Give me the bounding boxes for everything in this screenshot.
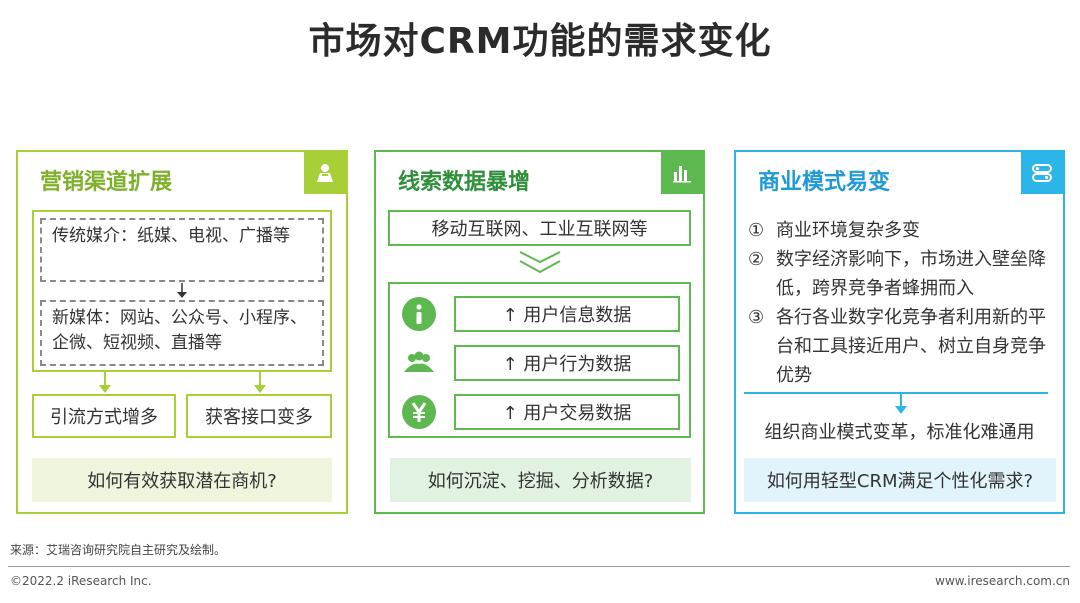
outcome-box: 获客接口变多 xyxy=(186,394,332,438)
panel-title: 营销渠道扩展 xyxy=(40,170,173,195)
bullet-list: ① 商业环境复杂多变 ② 数字经济影响下，市场进入壁垒降低，跨界竞争者蜂拥而入 … xyxy=(748,216,1056,390)
chevron-down-icon xyxy=(519,251,561,274)
page-title: 市场对CRM功能的需求变化 xyxy=(308,21,772,62)
arrow-down-icon xyxy=(895,394,907,414)
data-label: ↑ 用户行为数据 xyxy=(454,345,680,381)
bullet-number: ③ xyxy=(748,307,765,328)
result-text: 组织商业模式变革，标准化难通用 xyxy=(764,422,1035,443)
bullet-text: 商业环境复杂多变 xyxy=(776,220,920,241)
outcome-box: 引流方式增多 xyxy=(32,394,176,438)
divider xyxy=(8,566,1070,567)
list-item: ↑ 用户交易数据 xyxy=(402,394,684,430)
arrow-down-icon xyxy=(99,372,111,393)
server-toggle-icon xyxy=(1021,152,1063,194)
copyright: ©2022.2 iResearch Inc. xyxy=(10,574,152,588)
panel-title: 商业模式易变 xyxy=(758,170,891,195)
bullet-text: 数字经济影响下，市场进入壁垒降低，跨界竞争者蜂拥而入 xyxy=(776,249,1046,299)
source-box: 移动互联网、工业互联网等 xyxy=(388,210,691,246)
bar-chart-icon xyxy=(661,152,703,194)
panel-marketing-channels: 营销渠道扩展 传统媒介：纸媒、电视、广播等 新媒体：网站、公众号、小程序、企微、… xyxy=(16,150,348,514)
question-bar: 如何用轻型CRM满足个性化需求? xyxy=(744,458,1056,502)
list-item: ① 商业环境复杂多变 xyxy=(748,216,1056,245)
arrow-down-icon xyxy=(254,372,266,393)
list-item: ② 数字经济影响下，市场进入壁垒降低，跨界竞争者蜂拥而入 xyxy=(748,245,1056,303)
media-group: 传统媒介：纸媒、电视、广播等 新媒体：网站、公众号、小程序、企微、短视频、直播等 xyxy=(32,210,332,372)
data-group: ↑ 用户信息数据 ↑ 用户行为数据 ↑ 用户交易数据 xyxy=(388,282,691,438)
people-icon xyxy=(402,346,436,380)
question-bar: 如何有效获取潜在商机? xyxy=(32,458,332,502)
traditional-media-box: 传统媒介：纸媒、电视、广播等 xyxy=(40,218,324,282)
bullet-number: ① xyxy=(748,220,765,241)
data-label: ↑ 用户信息数据 xyxy=(454,296,680,332)
source-note: 来源：艾瑞咨询研究院自主研究及绘制。 xyxy=(10,543,227,557)
bullet-number: ② xyxy=(748,249,765,270)
bullet-text: 各行各业数字化竞争者利用新的平台和工具接近用户、树立自身竞争优势 xyxy=(776,307,1046,386)
panel-business-model: 商业模式易变 ① 商业环境复杂多变 ② 数字经济影响下，市场进入壁垒降低，跨界竞… xyxy=(734,150,1065,514)
website-link[interactable]: www.iresearch.com.cn xyxy=(935,574,1070,588)
person-icon xyxy=(304,152,346,194)
list-item: ③ 各行各业数字化竞争者利用新的平台和工具接近用户、树立自身竞争优势 xyxy=(748,303,1056,390)
panel-title: 线索数据暴增 xyxy=(398,170,531,195)
data-label: ↑ 用户交易数据 xyxy=(454,394,680,430)
list-item: ↑ 用户行为数据 xyxy=(402,345,684,381)
question-bar: 如何沉淀、挖掘、分析数据? xyxy=(390,458,691,502)
arrow-down-icon xyxy=(177,283,187,298)
info-icon xyxy=(402,297,436,331)
new-media-box: 新媒体：网站、公众号、小程序、企微、短视频、直播等 xyxy=(40,300,324,366)
yen-icon xyxy=(402,395,436,429)
panel-lead-data: 线索数据暴增 移动互联网、工业互联网等 ↑ 用户信息数据 ↑ 用户行为数据 ↑ … xyxy=(374,150,705,514)
list-item: ↑ 用户信息数据 xyxy=(402,296,684,332)
